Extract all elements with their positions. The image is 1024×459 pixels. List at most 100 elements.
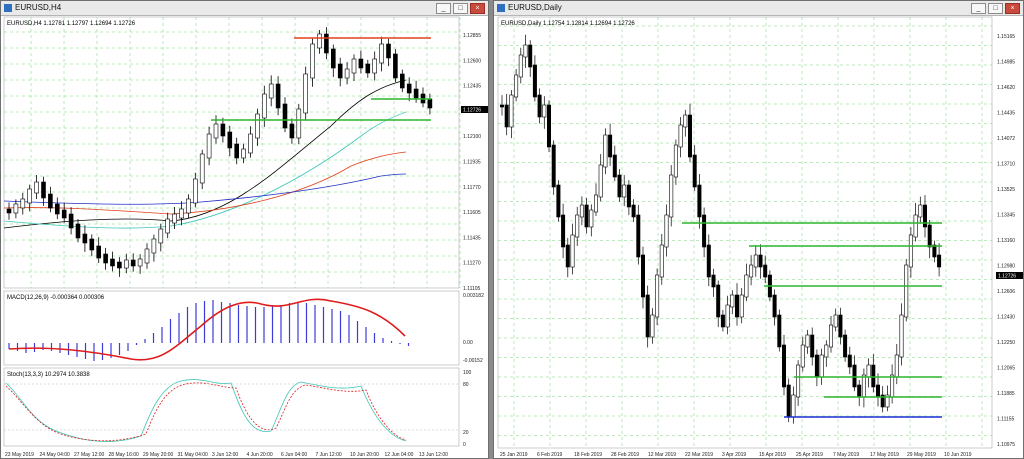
candle xyxy=(61,209,67,219)
price-axis: 1.128551.126001.124351.122651.121001.119… xyxy=(463,33,481,292)
candle xyxy=(603,134,608,168)
candle xyxy=(833,314,838,328)
h4-titlebar[interactable]: EURUSD,H4 _ □ × xyxy=(1,1,488,16)
candle xyxy=(871,364,876,388)
candle xyxy=(241,148,246,159)
candle xyxy=(786,384,791,418)
candle xyxy=(248,133,253,154)
price-tick: 1.14072 xyxy=(997,136,1015,142)
chart-window-icon xyxy=(497,4,505,12)
daily-titlebar[interactable]: EURUSD,Daily _ □ × xyxy=(494,1,1023,16)
candle xyxy=(372,58,378,74)
candle xyxy=(289,123,295,139)
candle xyxy=(688,114,693,158)
candle xyxy=(365,63,371,74)
price-tick: 1.12430 xyxy=(997,315,1015,321)
h4-window-title: EURUSD,H4 xyxy=(15,3,62,12)
candle xyxy=(386,43,391,59)
candle xyxy=(275,83,281,109)
candle xyxy=(89,238,95,251)
candle xyxy=(753,254,758,268)
maximize-button[interactable]: □ xyxy=(453,3,468,14)
price-tick: 1.11270 xyxy=(463,261,481,267)
time-tick: 10 Jun 20:00 xyxy=(350,452,379,458)
candle xyxy=(655,274,660,318)
candle xyxy=(932,244,937,258)
price-tick: 1.12065 xyxy=(997,366,1015,372)
candle xyxy=(27,188,33,204)
candle xyxy=(725,304,730,328)
maximize-button[interactable]: □ xyxy=(988,3,1003,14)
stoch-tick: 0 xyxy=(463,442,466,448)
candle xyxy=(777,314,782,348)
candle xyxy=(351,58,357,74)
candle xyxy=(669,174,674,218)
daily-window-title: EURUSD,Daily xyxy=(508,3,562,12)
candle xyxy=(379,43,384,64)
time-tick: 27 May 12:00 xyxy=(74,452,105,458)
daily-chart-window[interactable]: EURUSD,Daily _ □ × EURUSD,Daily 1.12754 … xyxy=(493,0,1024,459)
time-tick: 12 Jun 04:00 xyxy=(385,452,414,458)
macd-label: MACD(12,26,9) -0.000364 0.000306 xyxy=(7,295,105,301)
price-tick: 1.12250 xyxy=(997,340,1015,346)
minimize-button[interactable]: _ xyxy=(436,3,451,14)
candle xyxy=(852,364,857,388)
close-button[interactable]: × xyxy=(1005,3,1020,14)
candle xyxy=(673,144,678,178)
candle xyxy=(158,228,164,244)
candle xyxy=(763,264,768,278)
candle xyxy=(199,153,205,184)
macd-axis: 0.003182 0.00 -0.00152 xyxy=(463,293,484,364)
price-tick: 1.13710 xyxy=(997,162,1015,168)
macd-tick: -0.00152 xyxy=(463,358,483,364)
price-tick: 1.12600 xyxy=(463,58,481,64)
candle xyxy=(781,344,786,388)
candle xyxy=(847,354,852,368)
candle xyxy=(75,223,81,239)
candle xyxy=(937,254,942,268)
close-button[interactable]: × xyxy=(470,3,485,14)
time-tick: 17 May 2019 xyxy=(870,452,899,458)
candle xyxy=(504,104,509,128)
candle xyxy=(894,354,899,378)
stoch-tick: 20 xyxy=(463,430,469,436)
candle xyxy=(861,374,866,398)
candle xyxy=(165,218,170,234)
candle xyxy=(255,113,260,139)
candle xyxy=(612,154,617,178)
h4-chart-window[interactable]: EURUSD,H4 _ □ × EURUSD,H4 1.12781 1.1279… xyxy=(0,0,489,459)
candle xyxy=(324,33,329,54)
candle xyxy=(261,93,267,119)
price-tick: 1.11605 xyxy=(463,210,481,216)
candle xyxy=(337,63,343,79)
price-tick: 1.11770 xyxy=(463,185,481,191)
price-tick: 1.11935 xyxy=(463,160,481,166)
candle xyxy=(594,194,599,213)
candle xyxy=(645,294,650,338)
current-price-text: 1.12726 xyxy=(998,274,1016,280)
candle xyxy=(617,174,622,198)
candle xyxy=(908,234,913,268)
candle xyxy=(96,245,101,259)
candle xyxy=(824,344,829,358)
candle xyxy=(739,294,744,318)
candle xyxy=(749,264,754,278)
price-tick: 1.11155 xyxy=(997,417,1015,423)
price-tick: 1.12100 xyxy=(463,134,481,140)
time-tick: 25 Apr 2019 xyxy=(796,452,823,458)
candle xyxy=(805,334,810,348)
candle xyxy=(838,314,843,338)
h4-chart-canvas[interactable]: EURUSD,H4 1.12781 1.12797 1.12694 1.1272… xyxy=(1,16,489,459)
candle xyxy=(344,68,350,79)
time-tick: 7 May 2019 xyxy=(833,452,859,458)
candle xyxy=(103,253,108,264)
daily-chart-canvas[interactable]: EURUSD,Daily 1.12754 1.12814 1.12694 1.1… xyxy=(494,16,1024,459)
stoch-label: Stoch(13,3,3) 10.2974 10.3838 xyxy=(7,372,90,378)
candle xyxy=(828,324,833,348)
time-tick: 24 May 04:00 xyxy=(40,452,71,458)
time-tick: 4 Jun 20:00 xyxy=(247,452,273,458)
candle xyxy=(697,184,702,218)
daily-price-pane xyxy=(497,16,993,449)
h4-symbol-label: EURUSD,H4 1.12781 1.12797 1.12694 1.1272… xyxy=(7,21,136,27)
minimize-button[interactable]: _ xyxy=(971,3,986,14)
